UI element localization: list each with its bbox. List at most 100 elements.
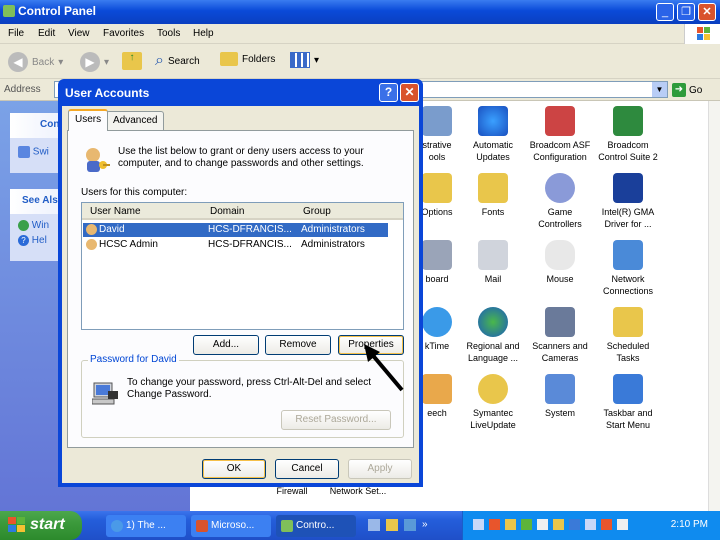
control-panel-icon [3,5,15,17]
search-button[interactable]: ⌕ Search [155,52,200,70]
quick-launch-item-icon[interactable] [404,519,416,531]
up-folder-icon: ↑ [122,52,142,70]
item-label: Game Controllers [538,207,582,229]
remove-user-button[interactable]: Remove [265,335,331,355]
fonts-icon [478,173,508,203]
menu-file[interactable]: File [8,28,24,39]
quick-launch-item-icon[interactable] [368,519,380,531]
network-connections-icon [613,240,643,270]
user-accounts-dialog: User Accounts ? ✕ Users Advanced Use the… [58,79,423,487]
tray-item-icon[interactable] [569,519,580,530]
task-powerpoint[interactable]: Microso... [191,515,271,537]
windows-logo-icon [684,24,720,44]
broadcom-suite-icon [613,106,643,136]
item-label: Network Connections [602,274,654,296]
item-label: board [425,274,449,284]
scheduled-tasks-icon [613,307,643,337]
search-label: Search [167,55,200,67]
user-row-david[interactable]: David HCS-DFRANCIS... Administrators [83,223,388,237]
start-button[interactable]: start [0,511,82,540]
user-row-hcsc-admin[interactable]: HCSC Admin HCS-DFRANCIS... Administrator… [83,238,388,252]
go-button[interactable]: ➜ Go [672,83,702,97]
vertical-scrollbar[interactable] [708,101,720,511]
cp-item-network-connections[interactable]: Network Connections [588,240,668,297]
system-tray: 2:10 PM [462,511,720,540]
tray-item-icon[interactable] [521,519,532,530]
ok-button[interactable]: OK [202,459,266,479]
tray-item-icon[interactable] [505,519,516,530]
tray-item-icon[interactable] [553,519,564,530]
forward-button[interactable]: ▶ ▾ [80,52,109,72]
menu-favorites[interactable]: Favorites [103,28,144,39]
menu-bar: File Edit View Favorites Tools Help [0,24,720,44]
dialog-close-button[interactable]: ✕ [400,83,419,102]
taskbar: start 1) The ... Microso... Contro... » [0,511,720,540]
menu-edit[interactable]: Edit [38,28,55,39]
maximize-button[interactable]: ❐ [677,3,695,21]
folders-icon [220,52,238,66]
chevron-icon[interactable]: » [422,519,428,531]
tray-item-icon[interactable] [473,519,484,530]
apply-button[interactable]: Apply [348,459,412,479]
cp-item-intel-gma[interactable]: Intel(R) GMA Driver for ... [588,173,668,230]
item-label: Network Set... [329,486,387,496]
user-domain-cell: HCS-DFRANCIS... [208,239,292,250]
panel-title: Con [40,119,60,130]
address-dropdown-icon[interactable]: ▼ [652,82,667,97]
views-button[interactable]: ▾ [290,52,319,68]
tray-item-icon[interactable] [601,519,612,530]
item-label: kTime [424,341,450,351]
views-dropdown-icon: ▾ [314,54,320,66]
col-user-name[interactable]: User Name [90,206,141,217]
minimize-button[interactable]: _ [656,3,674,21]
item-label: Taskbar and Start Menu [603,408,653,430]
users-list: User Name Domain Group David HCS-DFRANCI… [81,202,404,330]
menu-tools[interactable]: Tools [157,28,180,39]
tray-item-icon[interactable] [585,519,596,530]
see-also-title: See Als [22,195,58,206]
add-user-button[interactable]: Add... [193,335,259,355]
cp-item-scheduled-tasks[interactable]: Scheduled Tasks [588,307,668,364]
cancel-button[interactable]: Cancel [275,459,339,479]
task-ie[interactable]: 1) The ... [106,515,186,537]
dialog-body: Users Advanced Use the list below to gra… [62,106,419,483]
item-label: Broadcom ASF Configuration [529,140,591,162]
cp-item-taskbar[interactable]: Taskbar and Start Menu [588,374,668,431]
close-button[interactable]: ✕ [698,3,716,21]
folders-button[interactable]: Folders [220,52,275,66]
menu-help[interactable]: Help [193,28,214,39]
item-label: Regional and Language ... [466,341,520,363]
item-label: Mail [484,274,502,284]
cp-item-broadcom-suite[interactable]: Broadcom Control Suite 2 [588,106,668,163]
user-group-cell: Administrators [301,224,365,235]
tray-item-icon[interactable] [489,519,500,530]
volume-icon[interactable] [617,519,628,530]
up-folder-button[interactable]: ↑ [122,52,142,70]
quick-launch-item-icon[interactable] [386,519,398,531]
tray-item-icon[interactable] [537,519,548,530]
options-icon [422,173,452,203]
item-label: Intel(R) GMA Driver for ... [601,207,655,229]
tab-users[interactable]: Users [68,109,109,131]
col-group[interactable]: Group [303,206,331,217]
item-label: Mouse [546,274,574,284]
tab-advanced-label: Advanced [113,115,158,126]
intel-gma-icon [613,173,643,203]
task-label: Microso... [211,520,255,531]
clock[interactable]: 2:10 PM [671,519,708,530]
computer-password-icon [91,379,120,407]
reset-password-button[interactable]: Reset Password... [281,410,391,430]
item-label: Fonts [481,207,505,217]
col-domain[interactable]: Domain [210,206,244,217]
mail-icon [478,240,508,270]
views-icon [290,52,310,68]
dialog-help-button[interactable]: ? [379,83,398,102]
back-button[interactable]: ◀ Back ▾ [8,52,63,72]
tab-advanced[interactable]: Advanced [106,111,165,130]
intro-text: Use the list below to grant or deny user… [118,146,364,169]
task-control-panel[interactable]: Contro... [276,515,356,537]
dialog-title: User Accounts [65,86,150,100]
game-controller-icon [545,173,575,203]
quicktime-icon [422,307,452,337]
menu-view[interactable]: View [68,28,90,39]
